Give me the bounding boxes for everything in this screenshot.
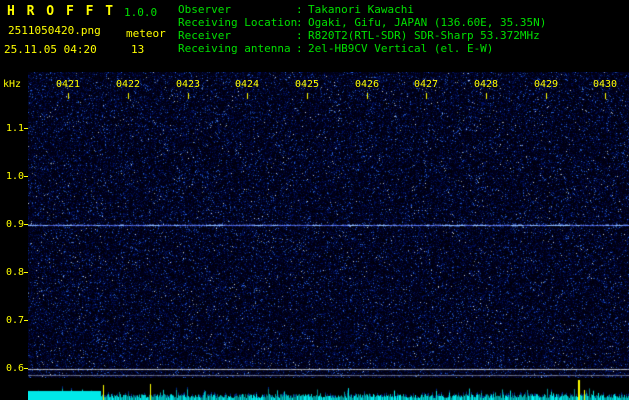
freq-tick-mark [24, 176, 28, 177]
time-tick-label: 0423 [175, 79, 201, 90]
info-value: Ogaki, Gifu, JAPAN (136.60E, 35.35N) [308, 16, 547, 29]
time-tick-label: 0421 [55, 79, 81, 90]
datetime-label: 25.11.05 04:20 [4, 43, 97, 56]
freq-tick-mark [24, 224, 28, 225]
info-row-antenna: Receiving antenna:2el-HB9CV Vertical (el… [178, 42, 546, 55]
time-tick-label: 0424 [234, 79, 260, 90]
hrofft-screen: H R O F F T 1.0.0 2511050420.png meteor … [0, 0, 629, 400]
info-row-receiver: Receiver: R820T2(RTL-SDR) SDR-Sharp 53.37… [178, 29, 546, 42]
info-row-observer: Observer: Takanori Kawachi [178, 3, 546, 16]
freq-tick-label: 1.0 [5, 171, 24, 182]
freq-unit-label: kHz [3, 79, 22, 90]
info-label: Receiver [178, 29, 231, 42]
app-version: 1.0.0 [124, 6, 158, 19]
time-tick-label: 0430 [592, 79, 618, 90]
time-tick-label: 0425 [294, 79, 320, 90]
info-label: Receiving Location [178, 16, 298, 29]
info-colon: : [296, 42, 303, 55]
info-label: Observer [178, 3, 231, 16]
app-title: H R O F F T [7, 4, 116, 19]
info-colon: : [296, 16, 303, 29]
freq-tick-label: 0.6 [5, 363, 24, 374]
freq-tick-mark [24, 128, 28, 129]
time-tick-label: 0429 [533, 79, 559, 90]
freq-tick-mark [24, 272, 28, 273]
time-tick-label: 0428 [473, 79, 499, 90]
freq-tick-label: 1.1 [5, 123, 24, 134]
info-label: Receiving antenna [178, 42, 291, 55]
info-colon: : [296, 3, 303, 16]
echo-count: 13 [131, 43, 145, 56]
info-colon: : [296, 29, 303, 42]
station-info: Observer: Takanori Kawachi Receiving Loca… [178, 3, 546, 55]
info-row-location: Receiving Location: Ogaki, Gifu, JAPAN (1… [178, 16, 546, 29]
mode-label: meteor [126, 27, 166, 40]
freq-tick-mark [24, 368, 28, 369]
info-value: R820T2(RTL-SDR) SDR-Sharp 53.372MHz [308, 29, 540, 42]
spectrogram-canvas [28, 72, 629, 378]
time-tick-label: 0426 [354, 79, 380, 90]
info-value: Takanori Kawachi [308, 3, 414, 16]
time-tick-label: 0427 [413, 79, 439, 90]
freq-tick-label: 0.7 [5, 315, 24, 326]
info-value: 2el-HB9CV Vertical (el. E-W) [308, 42, 494, 55]
freq-tick-label: 0.8 [5, 267, 24, 278]
signal-strip-canvas [28, 378, 629, 400]
time-tick-label: 0422 [115, 79, 141, 90]
output-filename: 2511050420.png [8, 24, 101, 37]
freq-tick-label: 0.9 [5, 219, 24, 230]
freq-tick-mark [24, 320, 28, 321]
